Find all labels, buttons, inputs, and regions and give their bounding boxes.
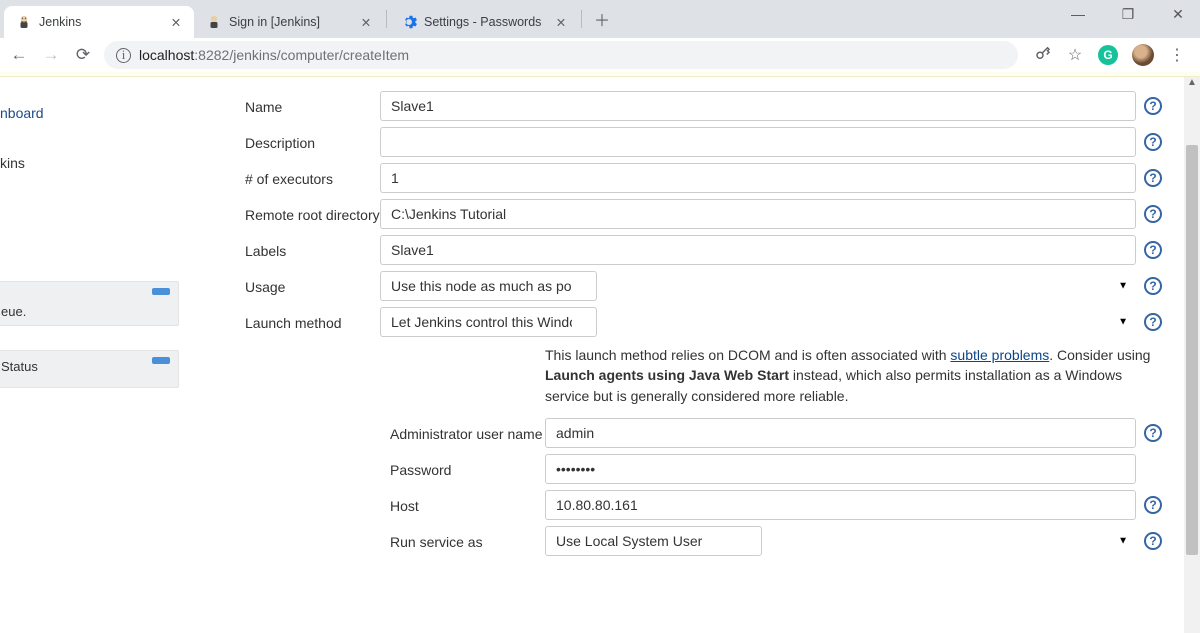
admin-user-input[interactable] (545, 418, 1136, 448)
collapse-icon[interactable] (152, 288, 170, 295)
vertical-scrollbar[interactable]: ▲ (1184, 77, 1200, 633)
form-area: Name ? Description ? # of executors ? Re… (185, 77, 1200, 633)
labels-label: Labels (245, 235, 380, 259)
description-input[interactable] (380, 127, 1136, 157)
collapse-icon[interactable] (152, 357, 170, 364)
tab-title: Settings - Passwords (424, 15, 546, 29)
sidebar-status-box[interactable]: Status (0, 350, 179, 388)
new-tab-button[interactable]: ＋ (588, 5, 616, 33)
jenkins-favicon-icon (206, 14, 222, 30)
status-link[interactable]: Status (1, 359, 38, 374)
name-input[interactable] (380, 91, 1136, 121)
executors-label: # of executors (245, 163, 380, 187)
sidebar-queue-box[interactable]: eue. (0, 281, 179, 326)
help-icon[interactable]: ? (1144, 205, 1162, 223)
run-service-as-select[interactable] (545, 526, 762, 556)
help-icon[interactable]: ? (1144, 241, 1162, 259)
star-icon[interactable]: ☆ (1066, 45, 1084, 65)
tab-signin[interactable]: Sign in [Jenkins] ✕ (194, 6, 384, 38)
profile-avatar[interactable] (1132, 44, 1154, 66)
usage-label: Usage (245, 271, 380, 295)
labels-input[interactable] (380, 235, 1136, 265)
back-button[interactable]: ← (8, 45, 30, 65)
page-content: nboard kins eue. Status Name ? Descripti… (0, 77, 1200, 633)
tab-separator (581, 10, 582, 28)
site-info-icon[interactable]: i (116, 48, 131, 63)
help-icon[interactable]: ? (1144, 424, 1162, 442)
maximize-icon[interactable]: ❐ (1112, 6, 1144, 23)
reload-button[interactable]: ⟳ (72, 45, 94, 65)
name-label: Name (245, 91, 380, 115)
sidebar-item-dashboard[interactable]: nboard (0, 101, 185, 125)
admin-user-label: Administrator user name (390, 418, 545, 442)
chevron-down-icon: ▼ (1118, 317, 1128, 328)
forward-button[interactable]: → (40, 45, 62, 65)
chevron-down-icon: ▼ (1118, 535, 1128, 546)
minimize-icon[interactable]: — (1062, 6, 1094, 23)
toolbar-icons: ☆ G ⋮ (1034, 44, 1192, 67)
close-window-icon[interactable]: ✕ (1162, 6, 1194, 23)
remote-root-input[interactable] (380, 199, 1136, 229)
scroll-up-icon[interactable]: ▲ (1184, 77, 1200, 93)
tab-close-icon[interactable]: ✕ (168, 15, 184, 30)
grammarly-icon[interactable]: G (1098, 45, 1118, 65)
host-label: Host (390, 490, 545, 514)
help-icon[interactable]: ? (1144, 169, 1162, 187)
browser-chrome: — ❐ ✕ Jenkins ✕ Sign in [Jenkins] ✕ Sett… (0, 0, 1200, 72)
gear-icon (401, 14, 417, 30)
tab-separator (386, 10, 387, 28)
tab-strip: Jenkins ✕ Sign in [Jenkins] ✕ Settings -… (0, 0, 1200, 38)
description-label: Description (245, 127, 380, 151)
launch-method-select[interactable] (380, 307, 597, 337)
launch-label: Launch method (245, 307, 380, 331)
tab-settings[interactable]: Settings - Passwords ✕ (389, 6, 579, 38)
tab-close-icon[interactable]: ✕ (358, 15, 374, 30)
sidebar: nboard kins eue. Status (0, 77, 185, 633)
jenkins-favicon-icon (16, 14, 32, 30)
tab-close-icon[interactable]: ✕ (553, 15, 569, 30)
sidebar-item-jenkins[interactable]: kins (0, 151, 185, 175)
chevron-down-icon: ▼ (1118, 281, 1128, 292)
tab-title: Sign in [Jenkins] (229, 15, 351, 29)
url-text: localhost:8282/jenkins/computer/createIt… (139, 47, 409, 63)
remote-root-label: Remote root directory (245, 199, 380, 223)
password-label: Password (390, 454, 545, 478)
executors-input[interactable] (380, 163, 1136, 193)
help-icon[interactable]: ? (1144, 277, 1162, 295)
help-icon[interactable]: ? (1144, 97, 1162, 115)
usage-select[interactable] (380, 271, 597, 301)
window-controls: — ❐ ✕ (1062, 6, 1194, 23)
menu-icon[interactable]: ⋮ (1168, 45, 1186, 65)
host-input[interactable] (545, 490, 1136, 520)
browser-toolbar: ← → ⟳ i localhost:8282/jenkins/computer/… (0, 38, 1200, 72)
run-as-label: Run service as (390, 526, 545, 550)
address-bar[interactable]: i localhost:8282/jenkins/computer/create… (104, 41, 1018, 69)
scroll-thumb[interactable] (1186, 145, 1198, 555)
launch-method-note: This launch method relies on DCOM and is… (245, 343, 1162, 418)
help-icon[interactable]: ? (1144, 133, 1162, 151)
help-icon[interactable]: ? (1144, 496, 1162, 514)
tab-title: Jenkins (39, 15, 161, 29)
help-icon[interactable]: ? (1144, 532, 1162, 550)
key-icon[interactable] (1034, 44, 1052, 67)
password-input[interactable] (545, 454, 1136, 484)
help-icon[interactable]: ? (1144, 313, 1162, 331)
subtle-problems-link[interactable]: subtle problems (950, 347, 1049, 363)
tab-jenkins[interactable]: Jenkins ✕ (4, 6, 194, 38)
